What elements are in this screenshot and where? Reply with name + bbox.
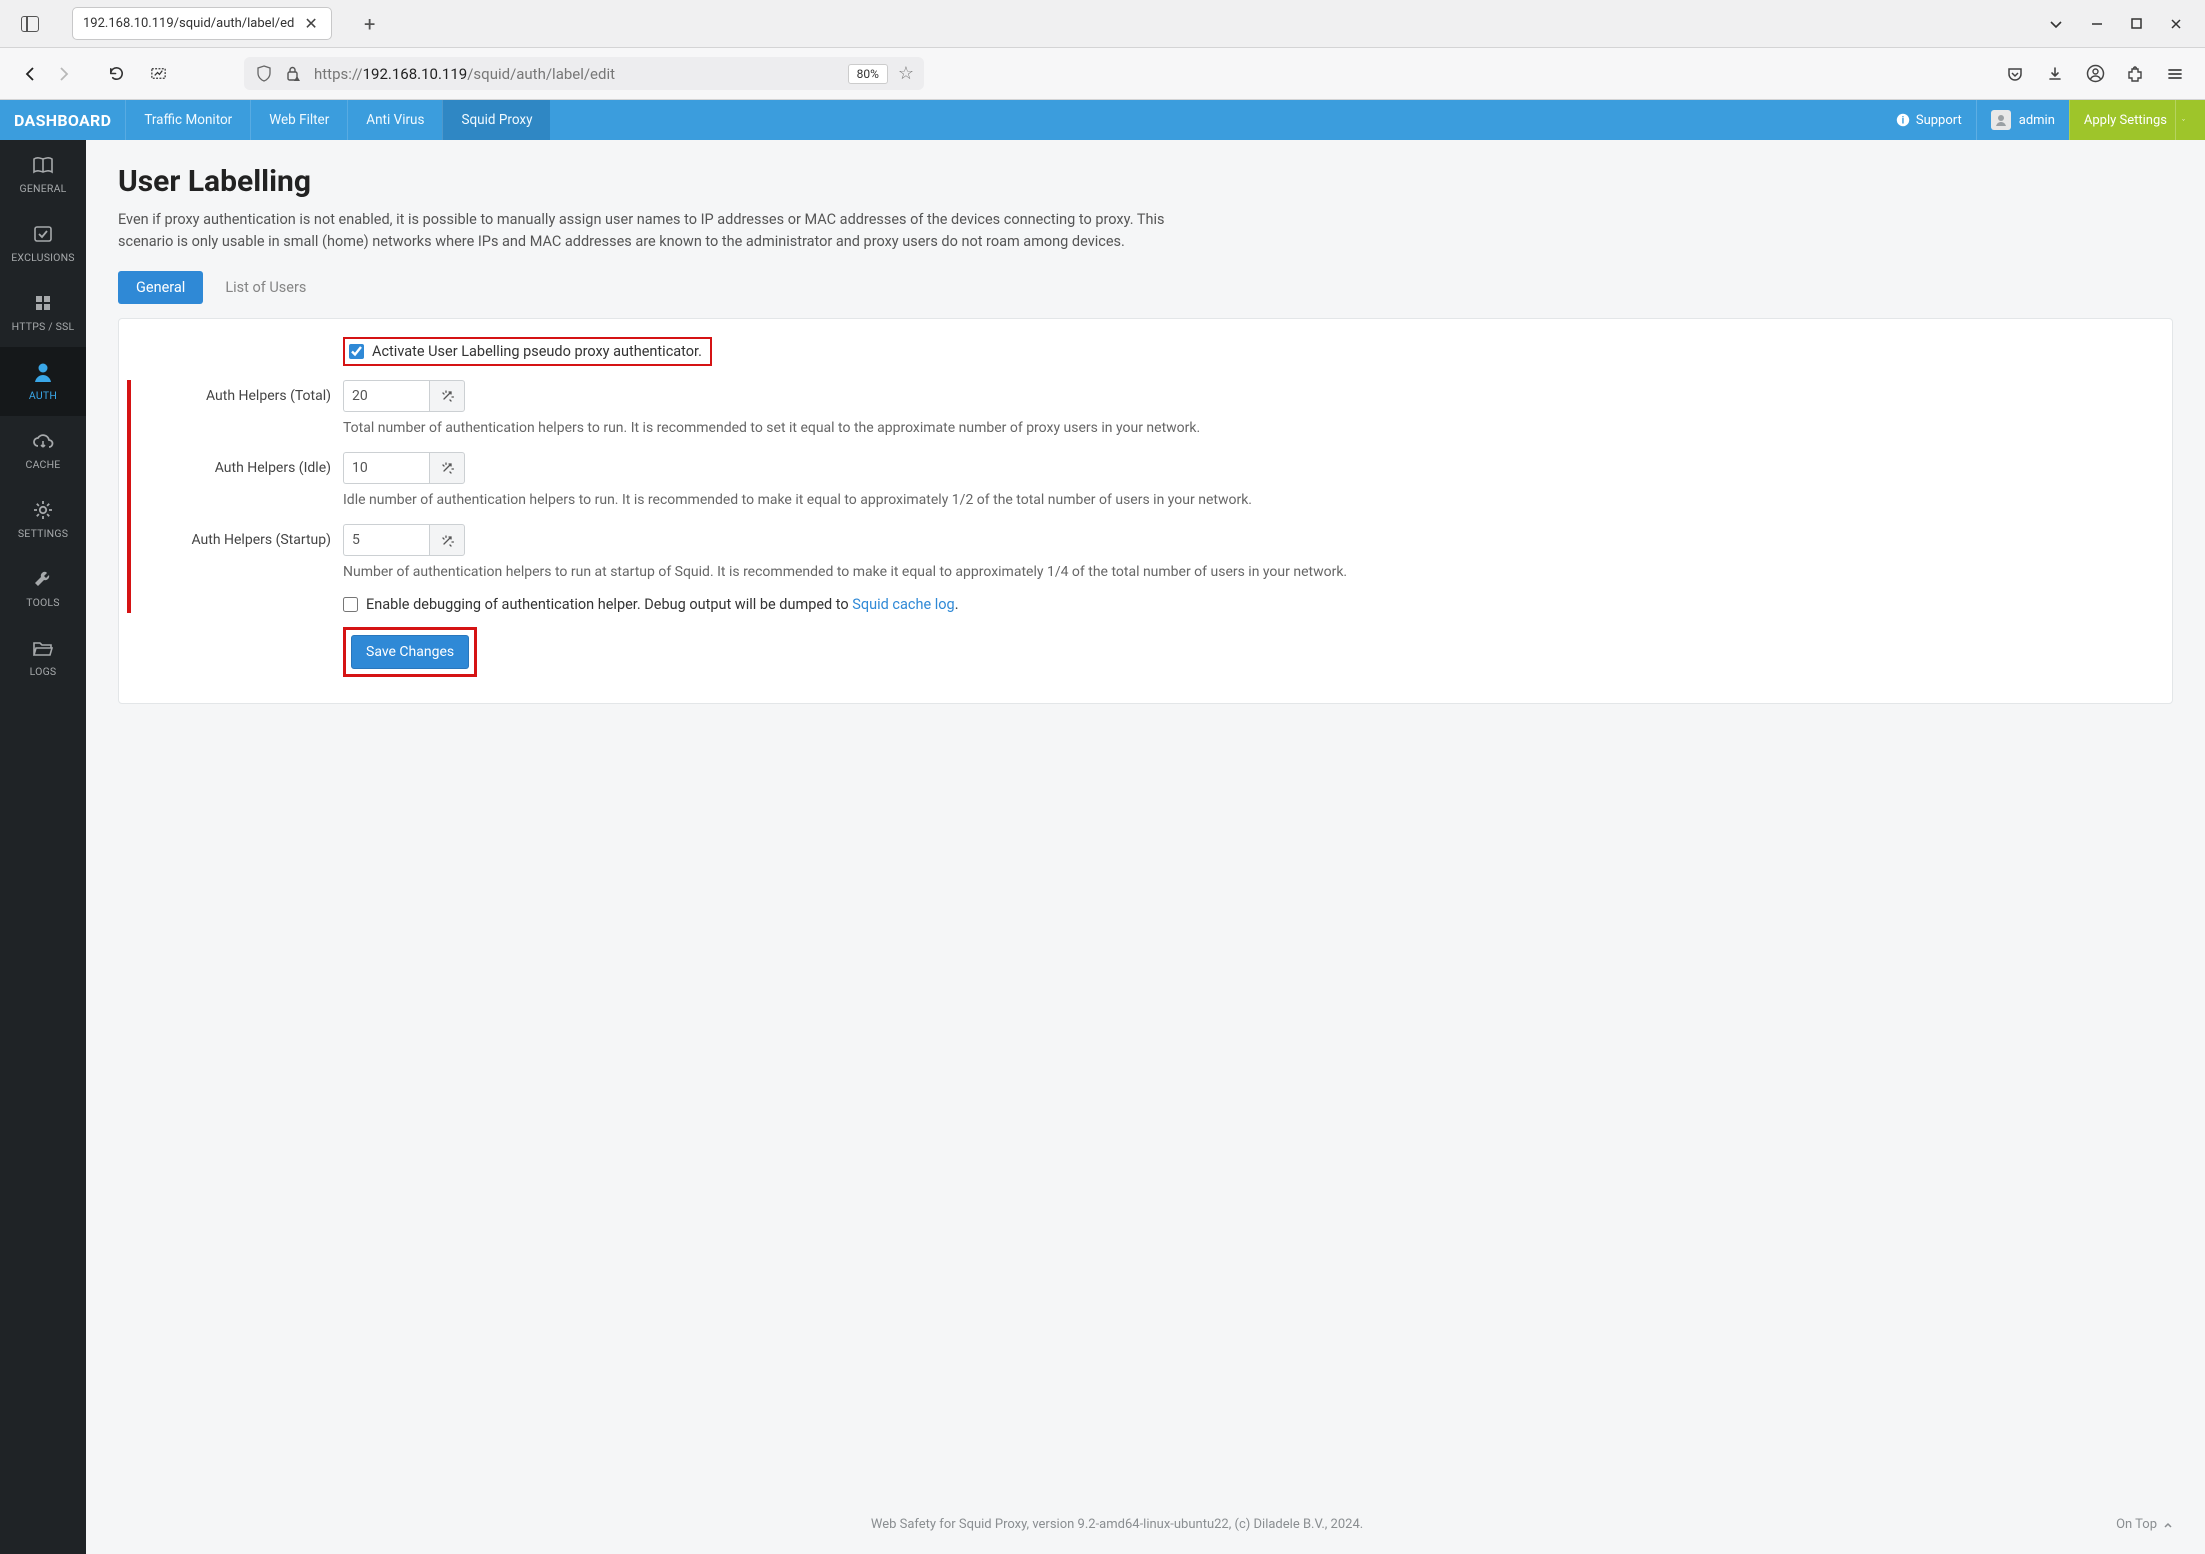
sidebar-item-general[interactable]: GENERAL — [0, 140, 86, 209]
page-footer: Web Safety for Squid Proxy, version 9.2-… — [118, 1501, 2173, 1554]
url-bar[interactable]: https://192.168.10.119/squid/auth/label/… — [244, 57, 924, 90]
cloud-download-icon — [30, 430, 56, 452]
close-button[interactable] — [2169, 17, 2183, 31]
settings-panel: Activate User Labelling pseudo proxy aut… — [118, 318, 2173, 705]
total-input[interactable] — [343, 380, 429, 412]
book-icon — [30, 154, 56, 176]
nav-traffic-monitor[interactable]: Traffic Monitor — [125, 100, 250, 140]
footer-text: Web Safety for Squid Proxy, version 9.2-… — [118, 1517, 2116, 1532]
wrench-icon — [30, 568, 56, 590]
sidebar-item-tools[interactable]: TOOLS — [0, 554, 86, 623]
nav-web-filter[interactable]: Web Filter — [250, 100, 347, 140]
nav-anti-virus[interactable]: Anti Virus — [347, 100, 442, 140]
sidebar-item-cache[interactable]: CACHE — [0, 416, 86, 485]
gear-icon — [30, 499, 56, 521]
maximize-button[interactable] — [2130, 17, 2143, 30]
startup-help: Number of authentication helpers to run … — [343, 562, 2150, 582]
extensions-icon[interactable] — [2125, 64, 2145, 84]
save-highlight: Save Changes — [343, 627, 477, 677]
bookmark-star-icon[interactable]: ☆ — [898, 63, 914, 84]
minimize-button[interactable] — [2090, 17, 2104, 31]
chevron-down-icon[interactable] — [2048, 16, 2064, 32]
tab-label: 192.168.10.119/squid/auth/label/ed — [83, 16, 294, 31]
chevron-up-icon — [2163, 1520, 2173, 1530]
new-tab-button[interactable]: + — [364, 12, 375, 36]
screenshot-icon[interactable] — [148, 64, 168, 84]
support-link[interactable]: i Support — [1882, 100, 1976, 140]
browser-titlebar: 192.168.10.119/squid/auth/label/ed ✕ + — [0, 0, 2205, 48]
pocket-icon[interactable] — [2005, 64, 2025, 84]
folder-open-icon — [30, 637, 56, 659]
activate-checkbox[interactable] — [349, 344, 364, 359]
check-square-icon — [30, 223, 56, 245]
download-icon[interactable] — [2045, 64, 2065, 84]
sidebar-toggle-icon[interactable] — [20, 14, 40, 34]
save-button[interactable]: Save Changes — [351, 635, 469, 669]
squid-cache-log-link[interactable]: Squid cache log — [852, 596, 954, 613]
forward-button — [54, 64, 74, 84]
total-magicwand-icon[interactable] — [429, 380, 465, 412]
zoom-badge[interactable]: 80% — [848, 64, 888, 84]
idle-input[interactable] — [343, 452, 429, 484]
sidebar-item-logs[interactable]: LOGS — [0, 623, 86, 692]
tab-general[interactable]: General — [118, 271, 203, 304]
activate-highlight: Activate User Labelling pseudo proxy aut… — [343, 337, 712, 366]
sidebar-item-https-ssl[interactable]: HTTPS / SSL — [0, 278, 86, 347]
lock-warning-icon — [284, 64, 304, 84]
activate-checkbox-row[interactable]: Activate User Labelling pseudo proxy aut… — [349, 343, 702, 360]
browser-tab[interactable]: 192.168.10.119/squid/auth/label/ed ✕ — [72, 7, 332, 40]
idle-label: Auth Helpers (Idle) — [141, 452, 331, 476]
back-button[interactable] — [20, 64, 40, 84]
user-icon — [30, 361, 56, 383]
tab-close-icon[interactable]: ✕ — [304, 14, 317, 33]
tab-list-of-users[interactable]: List of Users — [207, 271, 324, 304]
sidebar-item-settings[interactable]: SETTINGS — [0, 485, 86, 554]
avatar-icon — [1991, 110, 2011, 130]
page-title: User Labelling — [118, 164, 2173, 199]
apply-settings-button[interactable]: Apply Settings — [2069, 100, 2205, 140]
page-lead: Even if proxy authentication is not enab… — [118, 209, 1218, 253]
content-tabs: General List of Users — [118, 271, 2173, 304]
svg-text:i: i — [1902, 116, 1905, 127]
user-menu[interactable]: admin — [1976, 100, 2069, 140]
reload-button[interactable] — [106, 64, 126, 84]
primary-nav: Traffic Monitor Web Filter Anti Virus Sq… — [125, 100, 550, 140]
idle-help: Idle number of authentication helpers to… — [343, 490, 2150, 510]
browser-urlbar-row: https://192.168.10.119/squid/auth/label/… — [0, 48, 2205, 100]
debug-checkbox[interactable] — [343, 597, 358, 612]
total-help: Total number of authentication helpers t… — [343, 418, 2150, 438]
sidebar-item-auth[interactable]: AUTH — [0, 347, 86, 416]
url-text: https://192.168.10.119/squid/auth/label/… — [314, 65, 838, 83]
on-top-link[interactable]: On Top — [2116, 1517, 2173, 1532]
sidebar-item-exclusions[interactable]: EXCLUSIONS — [0, 209, 86, 278]
info-icon: i — [1896, 113, 1910, 127]
shield-icon — [254, 64, 274, 84]
apply-dropdown-icon[interactable] — [2175, 100, 2191, 140]
idle-magicwand-icon[interactable] — [429, 452, 465, 484]
sidebar: GENERAL EXCLUSIONS HTTPS / SSL AUTH CACH… — [0, 140, 86, 1554]
startup-label: Auth Helpers (Startup) — [141, 524, 331, 548]
account-icon[interactable] — [2085, 64, 2105, 84]
debug-checkbox-row[interactable]: Enable debugging of authentication helpe… — [343, 596, 2150, 613]
startup-input[interactable] — [343, 524, 429, 556]
total-label: Auth Helpers (Total) — [141, 380, 331, 404]
grid-icon — [30, 292, 56, 314]
startup-magicwand-icon[interactable] — [429, 524, 465, 556]
brand[interactable]: DASHBOARD — [0, 100, 125, 140]
main-content: User Labelling Even if proxy authenticat… — [86, 140, 2205, 1554]
nav-squid-proxy[interactable]: Squid Proxy — [442, 100, 550, 140]
hamburger-menu-icon[interactable] — [2165, 64, 2185, 84]
app-header: DASHBOARD Traffic Monitor Web Filter Ant… — [0, 100, 2205, 140]
